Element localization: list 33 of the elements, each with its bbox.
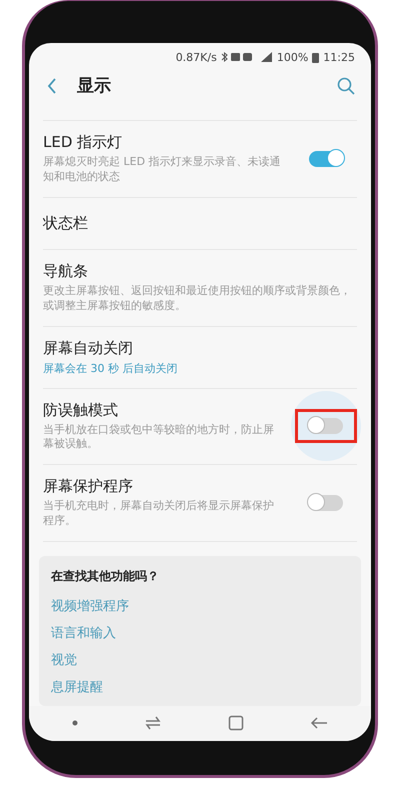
toggle-switch[interactable]: [309, 151, 343, 168]
setting-title: LED 指示灯: [43, 133, 124, 152]
setting-description: 更改主屏幕按钮、返回按钮和最近使用按钮的顺序或背景颜色，或调整主屏幕按钮的敏感度。: [43, 284, 352, 314]
toggle-switch[interactable]: [309, 495, 343, 512]
back-arrow-icon[interactable]: [310, 716, 328, 730]
settings-item[interactable]: 导航条 更改主屏幕按钮、返回按钮和最近使用按钮的顺序或背景颜色，或调整主屏幕按钮的敏感度。: [43, 250, 357, 327]
page-title: 显示: [77, 75, 112, 98]
settings-item[interactable]: 屏幕保护程序 当手机充电时，屏幕自动关闭后将显示屏幕保护程序。: [43, 465, 357, 542]
setting-title: 屏幕自动关闭: [43, 338, 134, 358]
back-icon[interactable]: [47, 78, 57, 94]
setting-description: 当手机充电时，屏幕自动关闭后将显示屏幕保护程序。: [43, 499, 275, 529]
recents-icon[interactable]: [144, 716, 162, 730]
card-title: 在查找其他功能吗？: [51, 568, 160, 585]
battery-icon: [312, 52, 320, 63]
search-icon[interactable]: [337, 76, 355, 95]
network-speed: 0.87K/s: [176, 50, 217, 64]
setting-value: 屏幕会在 30 秒 后自动关闭: [43, 360, 178, 376]
setting-description: 屏幕熄灭时亮起 LED 指示灯来显示录音、未读通知和电池的状态: [43, 155, 282, 185]
signal-icon: [258, 52, 273, 62]
setting-title: 屏幕保护程序: [43, 477, 134, 496]
setting-title: 状态栏: [43, 214, 89, 233]
toggle-switch[interactable]: [309, 418, 343, 434]
dot-icon[interactable]: [72, 720, 78, 726]
settings-item[interactable]: LED 指示灯 屏幕熄灭时亮起 LED 指示灯来显示录音、未读通知和电池的状态: [43, 121, 357, 198]
home-icon[interactable]: [228, 715, 244, 732]
status-icons: [220, 52, 255, 62]
settings-item[interactable]: 屏幕自动关闭 屏幕会在 30 秒 后自动关闭: [43, 326, 357, 389]
setting-title: 防误触模式: [43, 400, 119, 420]
clock: 11:25: [323, 50, 355, 64]
settings-item[interactable]: 状态栏: [43, 198, 357, 250]
setting-description: 当手机放在口袋或包中等较暗的地方时，防止屏幕被误触。: [43, 422, 275, 452]
battery-level: 100%: [276, 50, 308, 64]
setting-title: 导航条: [43, 262, 89, 281]
